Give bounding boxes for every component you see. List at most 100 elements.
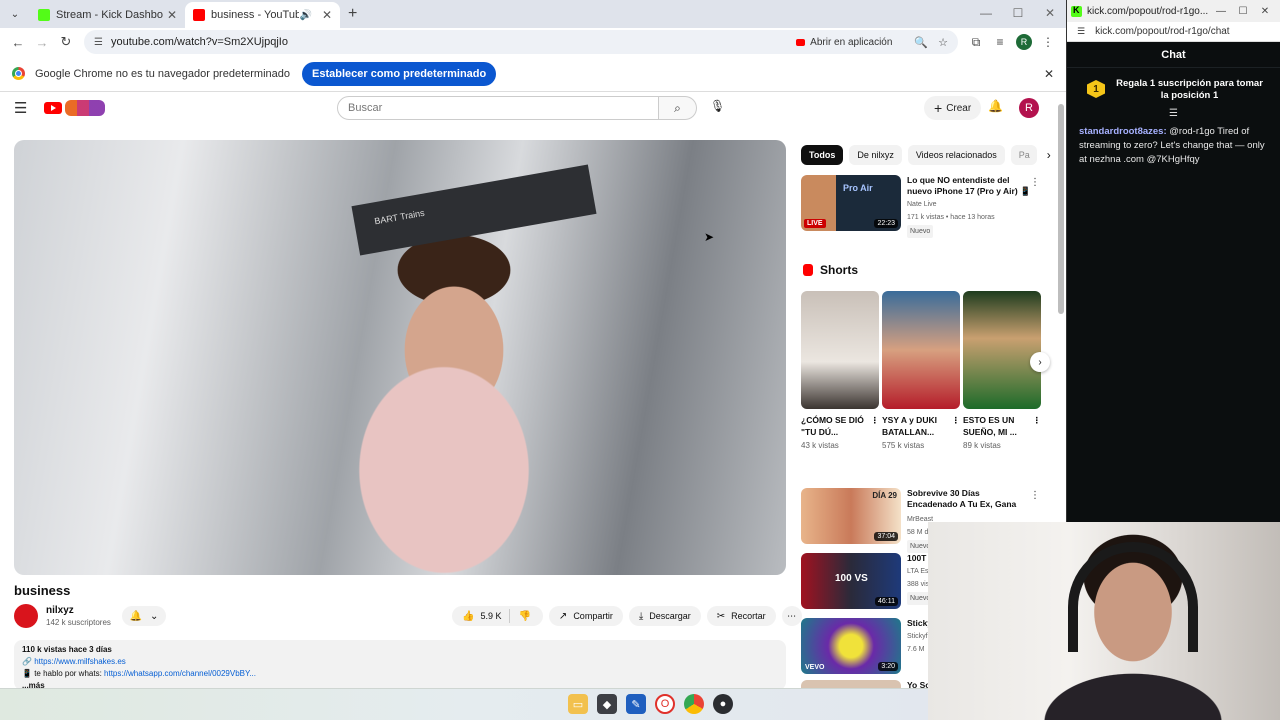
minimize-icon[interactable]: — (970, 0, 1002, 28)
address-bar[interactable]: ☰ youtube.com/watch?v=Sm2XUjpqjIo Abrir … (84, 30, 958, 54)
pinned-gift-banner[interactable]: 1 Regala 1 suscripción para tomar la pos… (1067, 68, 1280, 108)
opera-icon[interactable]: O (655, 694, 675, 714)
forward-icon[interactable]: → (30, 35, 54, 50)
chat-message: standardroot8azes: @rod-r1go Tired of st… (1067, 119, 1280, 173)
site-info-icon[interactable]: ☰ (1077, 26, 1085, 37)
rec-channel[interactable]: Nate Live (907, 199, 1032, 210)
open-in-app-label: Abrir en aplicación (810, 36, 893, 48)
short-thumbnail[interactable] (963, 291, 1041, 409)
shorts-shelf: ¿CÓMO SE DIÓ "TU DÚ... ⋮ 43 k vistas YSY … (801, 291, 1041, 450)
windows-start-icon[interactable] (542, 694, 559, 711)
obs-icon[interactable]: ● (713, 694, 733, 714)
infobar-close-icon[interactable]: ✕ (1044, 67, 1054, 81)
extensions-icon[interactable]: ⧉ (964, 35, 988, 50)
chip-all[interactable]: Todos (801, 145, 844, 165)
duration: 37:04 (874, 532, 898, 541)
link-icon: 🔗 (22, 657, 35, 666)
chrome-logo-icon (12, 67, 25, 80)
app-editor-icon[interactable]: ✎ (626, 694, 646, 714)
channel-info: nilxyz 142 k suscriptores (14, 604, 111, 628)
chat-username[interactable]: standardroot8azes: (1079, 126, 1167, 137)
video-title: business (14, 583, 71, 598)
close-window-icon[interactable]: ✕ (1254, 6, 1276, 17)
account-avatar[interactable]: R (1019, 98, 1039, 118)
file-explorer-icon[interactable]: ▭ (568, 694, 588, 714)
speaker-icon[interactable]: 🔊 (299, 10, 311, 21)
profile-button[interactable]: R (1012, 34, 1036, 50)
site-info-icon[interactable]: ☰ (94, 37, 103, 48)
tab-close-icon[interactable]: ✕ (167, 8, 177, 22)
create-button[interactable]: + Crear (924, 96, 982, 120)
more-actions-icon[interactable]: ⋯ (781, 606, 802, 626)
app-cube-icon[interactable]: ◆ (597, 694, 617, 714)
description-text: te hablo por whats: (34, 669, 105, 678)
short-thumbnail[interactable] (801, 291, 879, 409)
chip-more[interactable]: Pa (1010, 145, 1037, 165)
set-default-button[interactable]: Establecer como predeterminado (302, 61, 497, 86)
shorts-logo-icon (803, 264, 813, 276)
channel-avatar[interactable] (14, 604, 38, 628)
new-tab-icon[interactable]: + (348, 5, 357, 23)
filter-chips: Todos De nilxyz Videos relacionados Pa › (801, 145, 1051, 165)
video-thumbnail[interactable]: Pro Air LIVE 22:23 (801, 175, 901, 231)
channel-name[interactable]: nilxyz (46, 605, 111, 616)
share-button[interactable]: ↗ Compartir (548, 606, 623, 626)
subscription-bell-button[interactable]: 🔔 ⌄ (122, 606, 166, 626)
back-icon[interactable]: ← (6, 35, 30, 50)
maximize-icon[interactable]: ☐ (1232, 6, 1254, 17)
notifications-bell-icon[interactable]: 🔔 (988, 99, 1003, 113)
tab-search-chevron-icon[interactable]: ⌄ (6, 5, 24, 23)
youtube-logo[interactable] (44, 100, 105, 116)
description-link[interactable]: https://www.milfshakes.es (34, 657, 126, 666)
gift-rank-icon: 1 (1087, 80, 1105, 98)
thumbs-down-icon[interactable]: 👎 (518, 611, 530, 622)
filter-icon[interactable]: ☰ (1067, 108, 1280, 119)
short-item[interactable]: ¿CÓMO SE DIÓ "TU DÚ... ⋮ 43 k vistas (801, 291, 879, 450)
like-count[interactable]: 5.9 K (480, 611, 501, 621)
tab-kick-dashboard[interactable]: Stream - Kick Dashboard ✕ (30, 2, 185, 28)
clip-button[interactable]: ✂ Recortar (706, 606, 776, 626)
whatsapp-link[interactable]: https://whatsapp.com/channel/0029VbBY... (104, 669, 256, 678)
bookmark-star-icon[interactable]: ☆ (938, 36, 948, 49)
hamburger-menu-icon[interactable]: ☰ (14, 99, 44, 117)
short-item[interactable]: YSY A y DUKI BATALLAN... ⋮ 575 k vistas (882, 291, 960, 450)
chip-related[interactable]: Videos relacionados (907, 145, 1005, 165)
video-thumbnail[interactable]: VEVO 3:20 (801, 618, 901, 674)
chip-from-channel[interactable]: De nilxyz (849, 145, 902, 165)
download-button[interactable]: ⤓ Descargar (628, 606, 701, 626)
thumbs-up-icon[interactable]: 👍 (462, 611, 474, 622)
kebab-icon[interactable]: ⋮ (952, 414, 961, 426)
video-thumbnail[interactable]: DÍA 29 37:04 (801, 488, 901, 544)
chevron-right-icon[interactable]: › (1047, 148, 1051, 162)
chrome-taskbar-icon[interactable] (684, 694, 704, 714)
kick-address-bar[interactable]: ☰ kick.com/popout/rod-r1go/chat (1067, 22, 1280, 42)
scrollbar-thumb[interactable] (1058, 104, 1064, 314)
close-window-icon[interactable]: ✕ (1034, 0, 1066, 28)
kebab-icon[interactable]: ⋮ (1030, 490, 1040, 501)
minimize-icon[interactable]: — (1210, 6, 1232, 17)
kebab-icon[interactable]: ⋮ (1030, 177, 1040, 188)
chat-heading: Chat (1067, 42, 1280, 68)
open-in-app-button[interactable]: Abrir en aplicación (796, 37, 892, 48)
recommended-video[interactable]: Pro Air LIVE 22:23 Lo que NO entendiste … (801, 175, 1046, 238)
video-description[interactable]: 110 k vistas hace 3 días 🔗 https://www.m… (14, 640, 786, 690)
short-item[interactable]: ESTO ES UN SUEÑO, MI ... ⋮ 89 k vistas (963, 291, 1041, 450)
kebab-icon[interactable]: ⋮ (1033, 414, 1042, 426)
tab-youtube[interactable]: business - YouTube 🔊 ✕ (185, 2, 340, 28)
maximize-icon[interactable]: ☐ (1002, 0, 1034, 28)
search-input[interactable]: Buscar (337, 96, 659, 120)
shorts-next-chevron-icon[interactable]: › (1030, 352, 1050, 372)
media-controls-icon[interactable]: ≡ (988, 35, 1012, 49)
tab-close-icon[interactable]: ✕ (322, 8, 332, 22)
short-thumbnail[interactable] (882, 291, 960, 409)
search-icon[interactable]: ⌕ (659, 96, 697, 120)
share-icon: ↗ (558, 610, 568, 622)
zoom-icon[interactable]: 🔍 (914, 36, 928, 49)
reload-icon[interactable]: ↻ (54, 34, 78, 50)
kebab-icon[interactable]: ⋮ (871, 414, 880, 426)
video-thumbnail[interactable]: 100 VS 46:11 (801, 553, 901, 609)
video-player[interactable]: BART Trains ➤ (14, 140, 786, 575)
menu-kebab-icon[interactable]: ⋮ (1036, 35, 1060, 49)
microphone-icon[interactable]: 🎙 (710, 99, 725, 113)
duration: 22:23 (874, 219, 898, 228)
